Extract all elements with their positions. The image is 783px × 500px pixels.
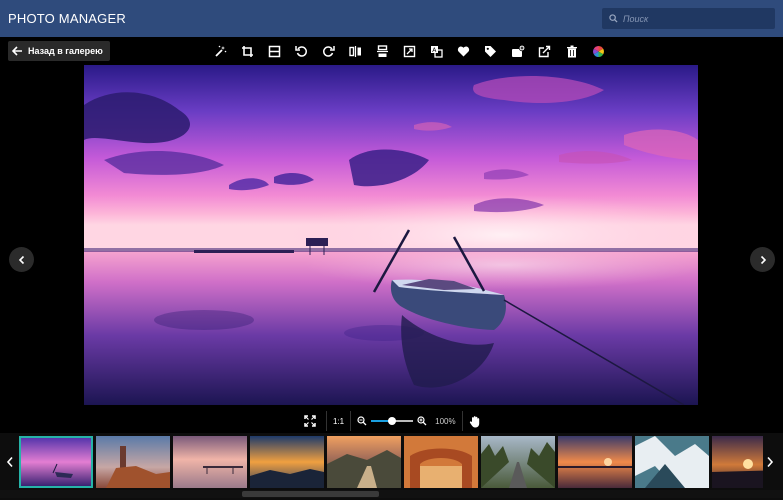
zoom-in-icon[interactable] xyxy=(417,416,427,426)
translate-icon[interactable]: A xyxy=(423,41,450,61)
crop-icon[interactable] xyxy=(234,41,261,61)
tag-icon[interactable] xyxy=(477,41,504,61)
thumbnail-mountain-aerial[interactable] xyxy=(635,436,709,488)
thumbnail-lighthouse-rocks[interactable] xyxy=(96,436,170,488)
divider xyxy=(461,411,463,431)
fit-to-screen-icon[interactable] xyxy=(300,415,320,427)
filmstrip xyxy=(0,433,783,500)
sunset-boat-photo xyxy=(84,65,698,405)
resize-icon[interactable] xyxy=(396,41,423,61)
next-photo-button[interactable] xyxy=(750,247,775,272)
thumbnail-pier-at-dusk[interactable] xyxy=(173,436,247,488)
zoom-controls: 1:1 100% xyxy=(300,410,481,432)
chevron-left-icon xyxy=(6,456,13,468)
thumbnail-mountain-road-sunset[interactable] xyxy=(327,436,401,488)
app-header: PHOTO MANAGER xyxy=(0,0,783,37)
color-wheel-icon[interactable] xyxy=(585,41,612,61)
flip-vertical-icon[interactable] xyxy=(369,41,396,61)
search-input[interactable] xyxy=(623,13,763,24)
editor-toolbar: Назад в галерею A xyxy=(0,37,783,65)
rotate-left-icon[interactable] xyxy=(288,41,315,61)
search-box[interactable] xyxy=(602,8,775,29)
photo-manager-app: PHOTO MANAGER Назад в галерею A xyxy=(0,0,783,500)
search-icon xyxy=(609,14,618,23)
thumbnail-sunset-lake[interactable] xyxy=(558,436,632,488)
thumbnail-stone-arch-canyon[interactable] xyxy=(404,436,478,488)
filmstrip-scrollbar[interactable] xyxy=(0,490,783,498)
actual-size-button[interactable]: 1:1 xyxy=(333,417,344,426)
thumbnail-sunset-over-rocks[interactable] xyxy=(250,436,324,488)
back-to-gallery-button[interactable]: Назад в галерею xyxy=(8,41,110,61)
filmstrip-next-button[interactable] xyxy=(763,436,777,488)
zoom-slider-thumb[interactable] xyxy=(388,417,397,425)
rotate-right-icon[interactable] xyxy=(315,41,342,61)
thumbnail-forest-road[interactable] xyxy=(481,436,555,488)
trash-icon[interactable] xyxy=(558,41,585,61)
thumbnail-golden-sunset[interactable] xyxy=(712,436,763,488)
main-photo[interactable] xyxy=(84,65,698,405)
filmstrip-prev-button[interactable] xyxy=(3,436,17,488)
chevron-right-icon xyxy=(760,255,766,264)
pan-hand-icon[interactable] xyxy=(469,415,481,428)
zoom-out-icon[interactable] xyxy=(357,416,367,426)
arrow-left-icon xyxy=(12,46,22,56)
app-title: PHOTO MANAGER xyxy=(8,11,126,26)
zoom-level: 100% xyxy=(435,416,456,426)
zoom-slider[interactable] xyxy=(371,416,414,426)
magic-wand-icon[interactable] xyxy=(207,41,234,61)
thumbnail-list xyxy=(19,436,763,488)
heart-icon[interactable] xyxy=(450,41,477,61)
share-icon[interactable] xyxy=(531,41,558,61)
back-button-label: Назад в галерею xyxy=(28,46,103,56)
divider xyxy=(326,411,327,431)
divider xyxy=(350,411,352,431)
thumbnail-pink-sunset-boat[interactable] xyxy=(19,436,93,488)
chevron-right-icon xyxy=(767,456,774,468)
scrollbar-thumb[interactable] xyxy=(242,491,379,497)
frame-icon[interactable] xyxy=(261,41,288,61)
tool-group: A xyxy=(207,41,612,61)
add-to-album-icon[interactable] xyxy=(504,41,531,61)
previous-photo-button[interactable] xyxy=(9,247,34,272)
flip-horizontal-icon[interactable] xyxy=(342,41,369,61)
chevron-left-icon xyxy=(18,255,24,264)
